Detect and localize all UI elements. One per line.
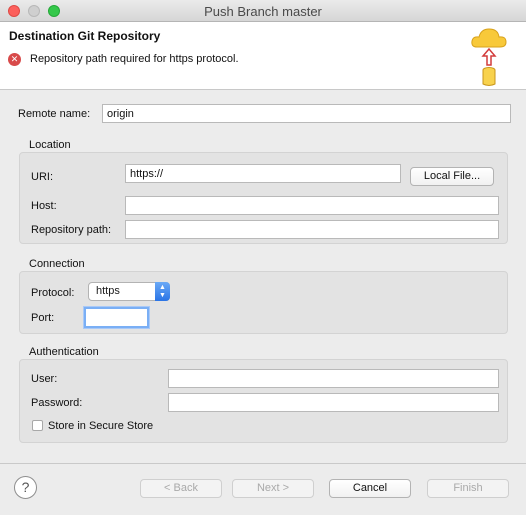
next-button[interactable]: Next > [232,479,314,498]
cloud-upload-repository-icon [471,28,507,86]
user-label: User: [31,373,58,385]
cancel-button[interactable]: Cancel [329,479,411,498]
error-message: Repository path required for https proto… [30,53,239,65]
footer-separator [0,463,526,464]
window-title: Push Branch master [204,4,322,19]
protocol-select[interactable]: https ▲ ▼ [88,282,170,301]
protocol-select-value: https [96,285,120,297]
back-button[interactable]: < Back [140,479,222,498]
wizard-banner: Destination Git Repository ✕ Repository … [0,22,526,90]
authentication-group-title: Authentication [29,346,99,358]
help-icon[interactable]: ? [14,476,37,499]
error-icon: ✕ [8,53,21,66]
repository-path-input[interactable] [125,220,499,239]
remote-name-input[interactable] [102,104,511,123]
port-input[interactable] [84,307,149,328]
host-label: Host: [31,200,57,212]
location-group-title: Location [29,139,71,151]
host-input[interactable] [125,196,499,215]
protocol-label: Protocol: [31,287,75,299]
connection-group-title: Connection [29,258,85,270]
chevron-up-down-icon: ▲ ▼ [155,282,170,301]
port-label: Port: [31,312,55,324]
uri-label: URI: [31,171,53,183]
user-input[interactable] [168,369,499,388]
uri-input[interactable] [125,164,401,183]
secure-store-checkbox[interactable] [32,420,43,431]
page-title: Destination Git Repository [9,29,161,43]
repository-path-label: Repository path: [31,224,112,236]
secure-store-label: Store in Secure Store [48,420,154,432]
password-input[interactable] [168,393,499,412]
remote-name-label: Remote name: [18,108,91,120]
password-label: Password: [31,397,83,409]
finish-button[interactable]: Finish [427,479,509,498]
local-file-button[interactable]: Local File... [410,167,494,186]
